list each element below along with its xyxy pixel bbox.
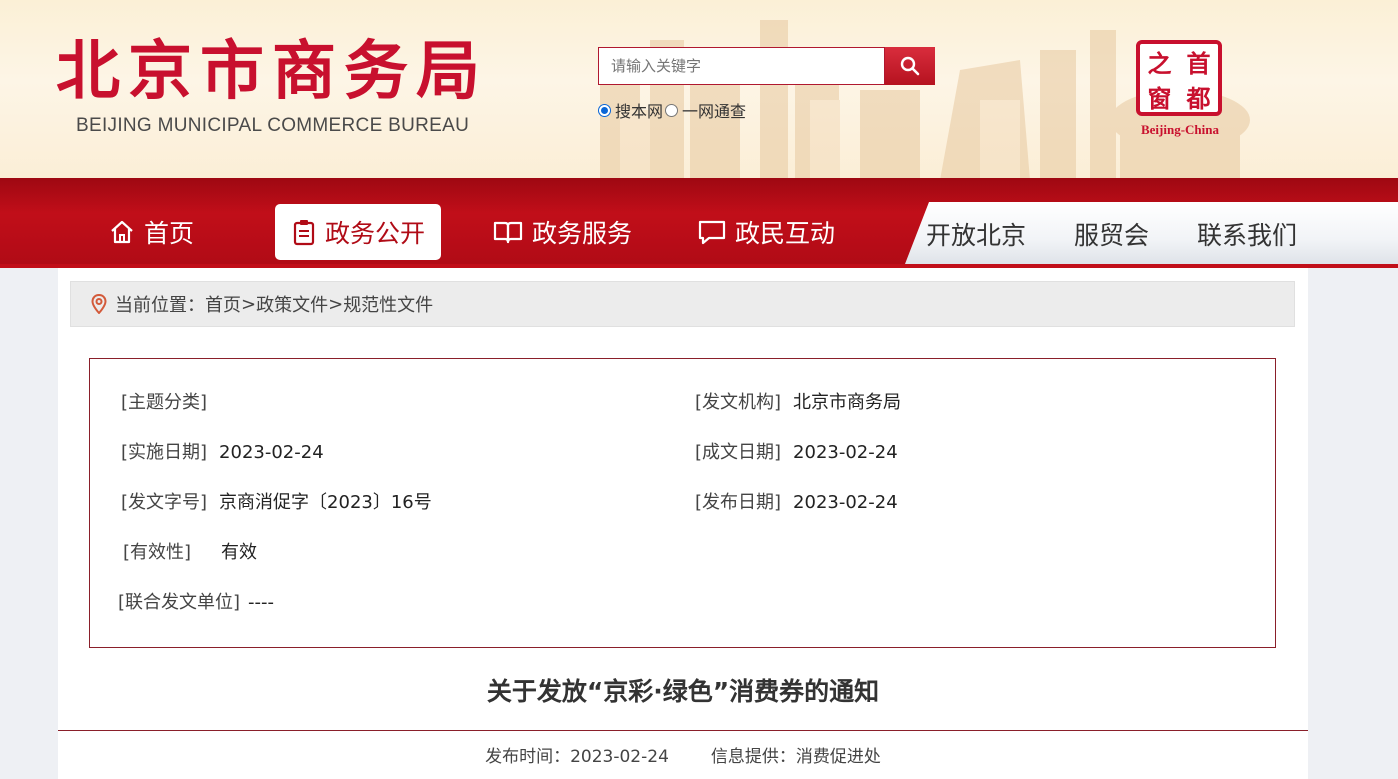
seal-char: 窗 — [1147, 84, 1172, 113]
scope-label-all[interactable]: 一网通查 — [682, 98, 746, 122]
meta-joint-issuer: [联合发文单位] ---- — [118, 591, 274, 615]
nav-item-contact[interactable]: 联系我们 — [1197, 206, 1297, 262]
meta-label: [实施日期] — [121, 442, 208, 463]
title-divider — [58, 730, 1308, 731]
meta-written-date: [成文日期] 2023-02-24 — [695, 441, 898, 465]
scope-label-site[interactable]: 搜本网 — [615, 98, 663, 122]
home-icon — [111, 220, 133, 244]
breadcrumb-separator: > — [328, 293, 344, 315]
chat-icon — [698, 220, 726, 245]
nav-item-label: 政民互动 — [735, 219, 836, 248]
nav-item-label: 政务服务 — [532, 219, 633, 248]
breadcrumb: 当前位置： 首页 > 政策文件 > 规范性文件 — [70, 281, 1295, 327]
meta-label: [发布日期] — [695, 492, 782, 513]
meta-label: [成文日期] — [695, 442, 782, 463]
breadcrumb-prefix: 当前位置： — [115, 295, 205, 316]
main-nav: 首页 政务公开 政务服务 政民互动 开放北京 服贸会 联系我们 — [0, 178, 1398, 268]
nav-item-open-beijing[interactable]: 开放北京 — [926, 206, 1026, 262]
meta-label: [发文机构] — [695, 392, 782, 413]
seal-char: 都 — [1186, 84, 1211, 113]
publish-time: 发布时间：2023-02-24 — [485, 747, 669, 767]
search-scope-options: 搜本网 一网通查 — [598, 99, 746, 121]
meta-issuer: [发文机构] 北京市商务局 — [695, 391, 901, 415]
meta-value: 有效 — [221, 542, 258, 563]
search-button[interactable] — [885, 47, 935, 85]
scope-radio-site[interactable] — [598, 103, 611, 117]
breadcrumb-home[interactable]: 首页 — [205, 291, 241, 317]
publication-info: 发布时间：2023-02-24 信息提供：消费促进处 — [58, 742, 1308, 767]
meta-value: 京商消促字〔2023〕16号 — [219, 492, 432, 513]
meta-value: ---- — [248, 592, 275, 613]
nav-item-label: 联系我们 — [1197, 221, 1298, 250]
meta-value: 2023-02-24 — [793, 492, 898, 513]
breadcrumb-normative-docs[interactable]: 规范性文件 — [343, 291, 433, 317]
breadcrumb-policy-docs[interactable]: 政策文件 — [256, 291, 328, 317]
meta-label: [联合发文单位] — [118, 592, 241, 613]
nav-item-label: 政务公开 — [325, 219, 426, 248]
meta-validity: [有效性] 有效 — [123, 541, 257, 565]
document-metadata-box: [主题分类] [发文机构] 北京市商务局 [实施日期] 2023-02-24 [… — [89, 358, 1276, 648]
breadcrumb-separator: > — [241, 293, 257, 315]
search-icon — [900, 56, 920, 76]
nav-item-gov-affairs[interactable]: 政务公开 — [275, 204, 442, 260]
meta-label: [主题分类] — [121, 392, 208, 413]
nav-item-gov-services[interactable]: 政务服务 — [492, 204, 632, 260]
meta-label: [发文字号] — [121, 492, 208, 513]
meta-effective-date: [实施日期] 2023-02-24 — [121, 441, 324, 465]
meta-value: 2023-02-24 — [219, 442, 324, 463]
meta-value: 北京市商务局 — [793, 392, 902, 413]
site-logo-en: BEIJING MUNICIPAL COMMERCE BUREAU — [76, 115, 470, 136]
site-header: 北京市商务局 BEIJING MUNICIPAL COMMERCE BUREAU… — [0, 0, 1398, 180]
seal-char: 首 — [1186, 49, 1211, 78]
meta-publish-date: [发布日期] 2023-02-24 — [695, 491, 898, 515]
meta-value: 2023-02-24 — [793, 442, 898, 463]
meta-doc-number: [发文字号] 京商消促字〔2023〕16号 — [121, 491, 432, 515]
clipboard-icon — [293, 220, 315, 246]
seal-caption: Beijing-China — [1140, 122, 1219, 137]
nav-item-ciftis[interactable]: 服贸会 — [1074, 206, 1149, 262]
search-input[interactable] — [598, 47, 885, 85]
site-logo-cn[interactable]: 北京市商务局 — [56, 34, 488, 110]
book-icon — [493, 221, 523, 244]
nav-item-label: 首页 — [144, 219, 195, 248]
nav-item-interaction[interactable]: 政民互动 — [697, 204, 835, 260]
nav-item-home[interactable]: 首页 — [108, 204, 194, 260]
meta-label: [有效性] — [123, 542, 192, 563]
location-pin-icon — [91, 294, 107, 314]
capital-window-seal[interactable]: 之 首 窗 都 — [1136, 40, 1222, 116]
info-provider: 信息提供：消费促进处 — [710, 747, 881, 767]
nav-item-label: 开放北京 — [926, 221, 1027, 250]
nav-item-label: 服贸会 — [1074, 221, 1150, 250]
scope-radio-all[interactable] — [665, 103, 679, 117]
meta-subject: [主题分类] — [121, 391, 219, 415]
document-title: 关于发放“京彩·绿色”消费券的通知 — [486, 677, 880, 706]
seal-char: 之 — [1147, 49, 1172, 78]
